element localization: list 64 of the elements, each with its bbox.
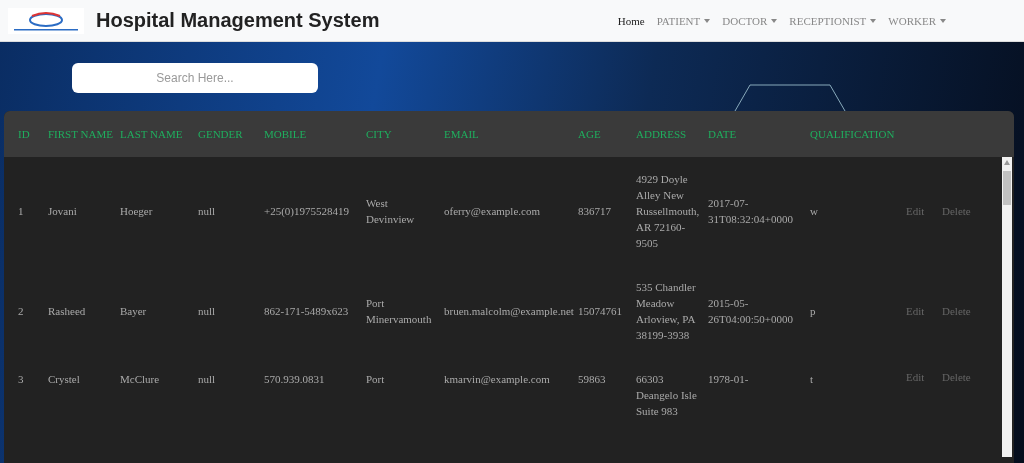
edit-link[interactable]: Edit bbox=[906, 305, 936, 317]
delete-link[interactable]: Delete bbox=[942, 305, 982, 317]
column-header: FIRST NAME bbox=[48, 128, 114, 140]
edit-link[interactable]: Edit bbox=[906, 371, 936, 383]
scrollbar[interactable] bbox=[1002, 157, 1012, 457]
first-name-cell-text: Crystel bbox=[48, 372, 81, 387]
email-cell-text: kmarvin@example.com bbox=[444, 372, 551, 387]
nav-link[interactable]: DOCTOR bbox=[722, 14, 778, 27]
date-cell-text: 1978-01- bbox=[708, 372, 750, 387]
column-header: ID bbox=[18, 128, 31, 140]
column-header: LAST NAME bbox=[120, 128, 184, 140]
last-name-cell-text: Hoeger bbox=[120, 204, 154, 219]
nav-link[interactable]: Home bbox=[617, 14, 645, 27]
date-cell-text: 2015-05-26T04:00:50+0000 bbox=[708, 296, 795, 327]
app-title: Hospital Management System bbox=[96, 9, 381, 32]
first-name-cell-text: Rasheed bbox=[48, 304, 87, 319]
id-cell-text: 1 bbox=[18, 204, 25, 219]
column-header: DATE bbox=[708, 128, 738, 140]
column-header: CITY bbox=[366, 128, 393, 140]
mobile-cell-text: 862-171-5489x623 bbox=[264, 304, 350, 319]
scroll-thumb[interactable] bbox=[1003, 171, 1011, 205]
caret-icon bbox=[771, 18, 778, 23]
gender-cell-text: null bbox=[198, 304, 217, 319]
age-cell-text: 59863 bbox=[578, 372, 607, 387]
city-cell-text: Port bbox=[366, 372, 386, 387]
date-cell-text: 2017-07-31T08:32:04+0000 bbox=[708, 196, 795, 227]
age-cell-text: 836717 bbox=[578, 204, 612, 219]
city-cell-text: West Devinview bbox=[366, 196, 416, 227]
search-field[interactable]: Search Here... bbox=[72, 63, 318, 93]
delete-link[interactable]: Delete bbox=[942, 205, 982, 217]
last-name-cell-text: McClure bbox=[120, 372, 161, 387]
first-name-cell-text: Jovani bbox=[48, 204, 78, 219]
edit-link[interactable]: Edit bbox=[906, 205, 936, 217]
caret-icon bbox=[870, 18, 877, 23]
column-header: ADDRESS bbox=[636, 128, 688, 140]
last-name-cell-text: Bayer bbox=[120, 304, 148, 319]
qualification-cell-text: t bbox=[810, 372, 815, 387]
qualification-cell-text: w bbox=[810, 204, 819, 219]
address-cell-text: 535 Chandler Meadow Arloview, PA 38199-3938 bbox=[636, 280, 697, 343]
id-cell-text: 2 bbox=[18, 304, 25, 319]
nav-link[interactable]: WORKER bbox=[888, 14, 946, 27]
column-header: GENDER bbox=[198, 128, 244, 140]
nav-link[interactable]: PATIENT bbox=[656, 14, 711, 27]
mobile-cell-text: 570.939.0831 bbox=[264, 372, 326, 387]
column-header: QUALIFICATION bbox=[810, 128, 896, 140]
gender-cell-text: null bbox=[198, 204, 217, 219]
mobile-cell-text: +25(0)1975528419 bbox=[264, 204, 351, 219]
city-cell-text: Port Minervamouth bbox=[366, 296, 433, 327]
address-cell-text: 4929 Doyle Alley New Russellmouth, AR 72160-9505 bbox=[636, 172, 701, 251]
qualification-cell-text: p bbox=[810, 304, 817, 319]
email-cell-text: oferry@example.com bbox=[444, 204, 541, 219]
nav-link[interactable]: RECEPTIONIST bbox=[789, 14, 877, 27]
age-cell-text: 15074761 bbox=[578, 304, 623, 319]
address-cell-text: 66303 Deangelo Isle Suite 983 bbox=[636, 372, 698, 419]
delete-link[interactable]: Delete bbox=[942, 371, 982, 383]
caret-icon bbox=[940, 18, 946, 23]
column-header: AGE bbox=[578, 128, 602, 140]
gender-cell-text: null bbox=[198, 372, 217, 387]
email-cell-text: bruen.malcolm@example.net bbox=[444, 304, 572, 319]
id-cell-text: 3 bbox=[18, 372, 25, 387]
scroll-up-icon[interactable] bbox=[1004, 160, 1010, 165]
column-header: EMAIL bbox=[444, 128, 480, 140]
caret-icon bbox=[704, 18, 711, 23]
column-header: MOBILE bbox=[264, 128, 308, 140]
